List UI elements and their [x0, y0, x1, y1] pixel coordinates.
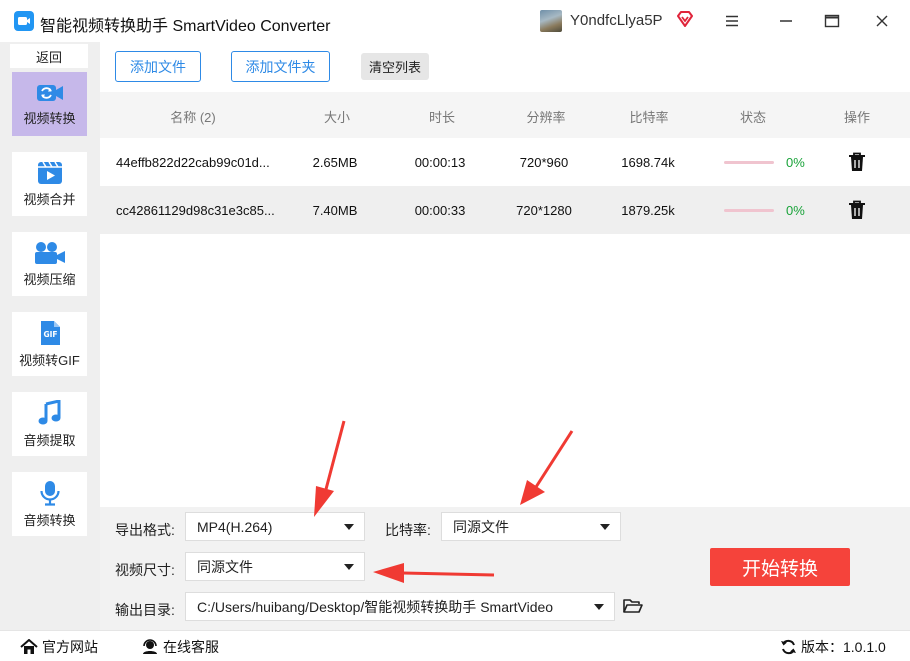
column-header-status: 状态 [739, 110, 767, 125]
chevron-down-icon [344, 564, 354, 570]
bitrate-select[interactable]: 同源文件 [441, 512, 621, 541]
add-folder-button[interactable]: 添加文件夹 [231, 51, 330, 82]
official-website-link[interactable]: 官方网站 [20, 637, 98, 657]
sidebar-item-audio-extract[interactable]: 音频提取 [12, 392, 87, 456]
sidebar-item-video-compress[interactable]: 视频压缩 [12, 232, 87, 296]
format-select[interactable]: MP4(H.264) [185, 512, 365, 541]
column-header-name[interactable]: 名称 (2) [170, 107, 216, 126]
trash-icon[interactable] [848, 200, 866, 220]
bitrate-label: 比特率: [385, 522, 431, 538]
headset-icon [143, 639, 157, 654]
avatar[interactable] [540, 10, 562, 32]
progress-bar [724, 209, 774, 212]
video-size-label: 视频尺寸: [115, 562, 175, 578]
app-title: 智能视频转换助手 SmartVideo Converter [40, 18, 331, 35]
version-info[interactable]: 版本：1.0.1.0 [780, 637, 886, 657]
progress-percent: 0% [786, 203, 805, 218]
file-resolution: 720*960 [519, 155, 569, 170]
video-convert-icon [36, 84, 63, 101]
progress-bar [724, 161, 774, 164]
file-bitrate: 1698.74k [621, 155, 675, 170]
video-merge-icon [37, 161, 62, 184]
sidebar: 返回 视频转换 视频合并 视频压缩 GIF 视频转GIF 音频提取 音频转换 [0, 42, 100, 630]
version-label: 版本：1.0.1.0 [801, 639, 886, 655]
home-icon [20, 639, 38, 654]
chevron-down-icon [594, 604, 604, 610]
status-bar: 官方网站 在线客服 版本：1.0.1.0 [0, 630, 910, 661]
username[interactable]: Y0ndfcLlya5P [570, 12, 663, 29]
chevron-down-icon [344, 524, 354, 530]
refresh-icon [781, 639, 796, 655]
column-header-resolution[interactable]: 分辨率 [526, 107, 565, 126]
clear-list-button[interactable]: 清空列表 [361, 53, 429, 80]
sidebar-item-label: 音频提取 [23, 432, 76, 448]
sidebar-item-label: 视频转GIF [19, 352, 80, 368]
sidebar-item-video-to-gif[interactable]: GIF 视频转GIF [12, 312, 87, 376]
main-panel: 添加文件 添加文件夹 清空列表 名称 (2) 大小 时长 分辨率 比特率 状态 … [100, 42, 910, 630]
file-size: 7.40MB [312, 203, 358, 218]
support-label: 在线客服 [163, 639, 219, 655]
app-window: 智能视频转换助手 SmartVideo Converter Y0ndfcLlya… [0, 0, 910, 661]
file-bitrate: 1879.25k [621, 203, 675, 218]
trash-icon[interactable] [848, 152, 866, 172]
table-header: 名称 (2) 大小 时长 分辨率 比特率 状态 操作 [100, 92, 910, 138]
app-logo-icon [14, 11, 34, 31]
file-name: 44effb822d22cab99c01d... [116, 155, 270, 170]
video-compress-icon [34, 241, 65, 264]
start-convert-button[interactable]: 开始转换 [710, 548, 850, 586]
file-resolution: 720*1280 [516, 203, 572, 218]
close-icon[interactable] [868, 8, 896, 34]
file-duration: 00:00:33 [414, 203, 466, 218]
gif-icon: GIF [40, 320, 60, 345]
sidebar-item-video-convert[interactable]: 视频转换 [12, 72, 87, 136]
online-support-link[interactable]: 在线客服 [141, 637, 219, 657]
output-dir-value: C:/Users/huibang/Desktop/智能视频转换助手 SmartV… [197, 598, 554, 615]
table-row[interactable]: 44effb822d22cab99c01d... 2.65MB 00:00:13… [100, 138, 910, 186]
sidebar-item-label: 视频合并 [23, 191, 76, 207]
table-row[interactable]: cc42861129d98c31e3c85... 7.40MB 00:00:33… [100, 186, 910, 234]
back-button[interactable]: 返回 [10, 44, 88, 68]
output-settings-panel: 导出格式: MP4(H.264) 比特率: 同源文件 视频尺寸: 同源文件 开始… [100, 507, 910, 630]
output-dir-select[interactable]: C:/Users/huibang/Desktop/智能视频转换助手 SmartV… [185, 592, 615, 621]
chevron-down-icon [600, 524, 610, 530]
sidebar-item-video-merge[interactable]: 视频合并 [12, 152, 87, 216]
add-file-button[interactable]: 添加文件 [115, 51, 201, 82]
microphone-icon [39, 480, 60, 506]
sidebar-item-label: 音频转换 [23, 512, 76, 528]
output-dir-label: 输出目录: [115, 602, 175, 618]
music-note-icon [38, 399, 60, 424]
sidebar-item-audio-convert[interactable]: 音频转换 [12, 472, 87, 536]
folder-open-icon[interactable] [623, 598, 643, 614]
toolbar: 添加文件 添加文件夹 清空列表 [100, 42, 910, 92]
video-size-select[interactable]: 同源文件 [185, 552, 365, 581]
menu-icon[interactable] [718, 8, 746, 34]
column-header-action: 操作 [843, 110, 871, 125]
svg-text:GIF: GIF [43, 330, 57, 339]
sidebar-item-label: 视频转换 [23, 110, 76, 126]
format-label: 导出格式: [115, 522, 175, 538]
bitrate-value: 同源文件 [453, 518, 509, 535]
title-bar: 智能视频转换助手 SmartVideo Converter Y0ndfcLlya… [0, 0, 910, 42]
vip-diamond-icon[interactable] [676, 11, 694, 27]
progress-percent: 0% [786, 155, 805, 170]
website-label: 官方网站 [42, 639, 98, 655]
column-header-size[interactable]: 大小 [324, 107, 350, 126]
file-name: cc42861129d98c31e3c85... [116, 203, 275, 218]
file-duration: 00:00:13 [414, 155, 466, 170]
column-header-duration[interactable]: 时长 [429, 107, 455, 126]
sidebar-item-label: 视频压缩 [23, 271, 76, 287]
minimize-icon[interactable] [772, 8, 800, 34]
file-size: 2.65MB [312, 155, 358, 170]
format-value: MP4(H.264) [197, 518, 273, 535]
video-size-value: 同源文件 [197, 558, 253, 575]
column-header-bitrate[interactable]: 比特率 [629, 107, 668, 126]
maximize-icon[interactable] [818, 8, 846, 34]
